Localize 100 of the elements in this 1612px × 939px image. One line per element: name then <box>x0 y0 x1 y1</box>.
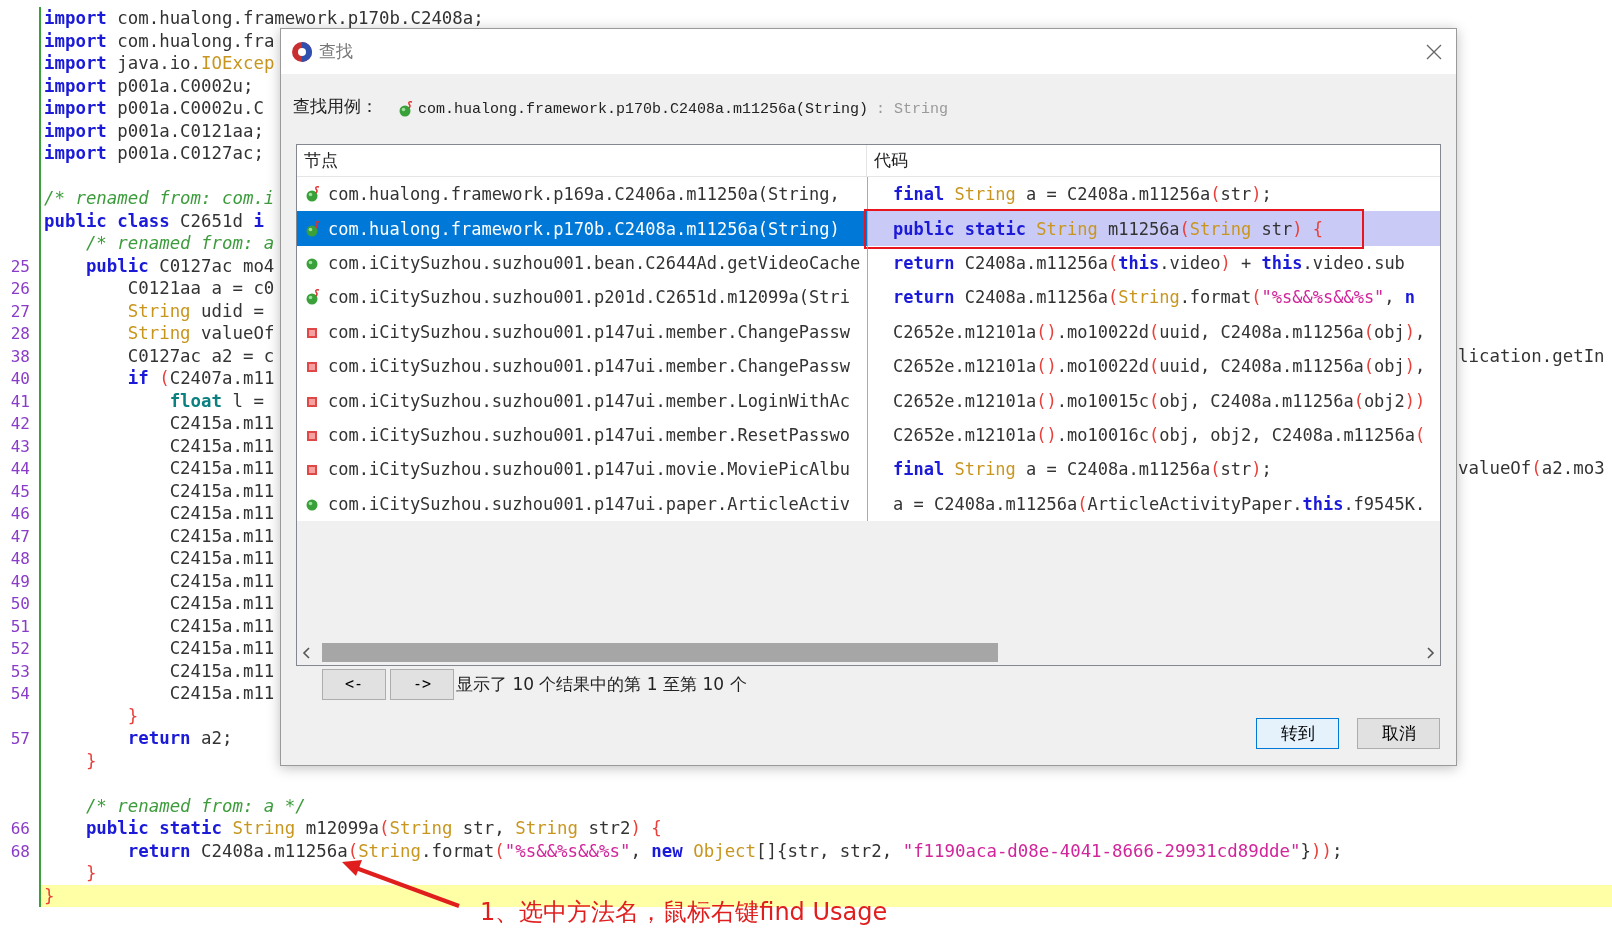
code-line: C0127ac a2 = c <box>126 345 275 366</box>
result-code[interactable]: C2652e.m12101a().mo10015c(obj, C2408a.m11256a(obj2)) <box>867 383 1440 418</box>
code-line: return C2408a.m11256a(String.format("%s&&%s&&%s", new Object[]{str, str2, "f1190aca-d08e-4041-8666-29931cd89dde"})); <box>126 840 1343 861</box>
next-button[interactable]: -> <box>390 668 454 700</box>
line-number: 45 <box>10 481 30 501</box>
code-line: C2415a.m11 <box>168 615 275 636</box>
line-number: 46 <box>10 504 30 523</box>
code-line: C2415a.m11 <box>168 660 275 681</box>
code-line: String udid = <box>126 300 264 321</box>
result-code[interactable]: C2652e.m12101a().mo10022d(uuid, C2408a.m11256a(obj), <box>867 314 1440 349</box>
line-number: 52 <box>10 639 30 658</box>
line-number: 25 <box>10 256 30 276</box>
code-line: public C0127ac mo4 <box>84 255 275 276</box>
line-number: 50 <box>10 594 30 613</box>
code-line: C2415a.m11 <box>168 503 275 523</box>
result-code[interactable]: C2652e.m12101a().mo10022d(uuid, C2408a.m11256a(obj), <box>867 348 1440 384</box>
result-node[interactable]: com.iCitySuzhou.suzhou001.p147ui.member.ResetPasswo <box>297 417 867 453</box>
app-logo-icon <box>291 40 313 63</box>
result-node[interactable]: com.iCitySuzhou.suzhou001.p147ui.member.ChangePassw <box>297 314 867 349</box>
static-method-icon <box>305 288 321 307</box>
line-number: 42 <box>10 414 30 433</box>
code-line: /* renamed from: a <box>84 233 275 253</box>
query-method: com.hualong.framework.p170b.C2408a.m11256a(String) <box>418 101 869 118</box>
code-line: /* renamed from: com.i <box>44 188 275 208</box>
line-number: 27 <box>10 301 30 321</box>
line-number: 44 <box>10 459 30 478</box>
static-method-icon <box>305 219 321 238</box>
code-line: import p001a.C0121aa; <box>44 120 264 141</box>
code-line: } <box>84 750 97 771</box>
result-node[interactable]: com.iCitySuzhou.suzhou001.bean.C2644Ad.getVideoCache <box>297 245 867 281</box>
result-node[interactable]: com.iCitySuzhou.suzhou001.p201d.C2651d.m12099a(Stri <box>297 280 867 315</box>
static-method-icon <box>398 100 414 118</box>
code-line: if (C2407a.m11 <box>126 368 275 388</box>
static-method-icon <box>305 185 321 204</box>
query-return-type: : String <box>876 101 949 118</box>
result-code[interactable]: public static String m11256a(String str) { <box>867 211 1440 246</box>
code-line: String valueOf <box>126 323 275 343</box>
code-line: C2415a.m11 <box>168 435 275 456</box>
result-node[interactable]: com.iCitySuzhou.suzhou001.p147ui.member.ChangePassw <box>297 348 867 384</box>
result-node[interactable]: com.iCitySuzhou.suzhou001.p147ui.paper.ArticleActiv <box>297 486 867 521</box>
code-line: import p001a.C0002u.C <box>44 98 264 118</box>
line-number: 28 <box>10 324 30 343</box>
code-line: C2415a.m11 <box>168 458 275 478</box>
column-header[interactable]: 代码 <box>867 145 1440 176</box>
dialog-title: 查找 <box>319 40 353 63</box>
code-line: C2415a.m11 <box>168 413 275 433</box>
horizontal-scrollbar[interactable] <box>297 640 1440 665</box>
code-line: } <box>126 705 139 726</box>
scrollbar-thumb[interactable] <box>322 643 998 662</box>
line-number: 41 <box>10 391 30 411</box>
code-line: import com.hualong.fra <box>44 30 275 51</box>
line-number: 49 <box>10 571 30 591</box>
code-line: } <box>44 885 55 906</box>
annotation-text: 1、选中方法名，鼠标右键find Usage <box>480 897 888 928</box>
code-line: C2415a.m11 <box>168 593 275 613</box>
result-code[interactable]: return C2408a.m11256a(this.video) + this.video.sub <box>867 245 1440 281</box>
query-label: 查找用例： <box>293 95 378 118</box>
code-line: import p001a.C0127ac; <box>44 143 264 163</box>
code-line: lication.getIn <box>1458 344 1605 367</box>
results-status: 显示了 10 个结果中的第 1 至第 10 个 <box>456 672 747 696</box>
line-number: 43 <box>10 436 30 456</box>
line-number: 57 <box>10 729 30 748</box>
line-number: 26 <box>10 279 30 298</box>
dialog-button[interactable]: 取消 <box>1357 718 1440 749</box>
code-line: C0121aa a = c0 <box>126 278 275 298</box>
code-line: C2415a.m11 <box>168 570 275 591</box>
result-code[interactable]: a = C2408a.m11256a(ArticleActivityPaper.this.f9545K. <box>867 486 1440 521</box>
line-number: 51 <box>10 616 30 636</box>
line-number: 68 <box>10 841 30 861</box>
column-header[interactable]: 节点 <box>297 145 867 176</box>
code-line: C2415a.m11 <box>168 683 275 703</box>
code-line: import com.hualong.framework.p170b.C2408a; <box>44 8 484 28</box>
code-line: C2415a.m11 <box>168 480 275 501</box>
result-code[interactable]: return C2408a.m11256a(String.format("%s&&%s&&%s", n <box>867 280 1440 315</box>
code-line: float l = <box>168 390 264 411</box>
code-line: } <box>84 863 97 883</box>
result-node[interactable]: com.hualong.framework.p170b.C2408a.m11256a(String) <box>297 211 867 246</box>
result-code[interactable]: C2652e.m12101a().mo10016c(obj, obj2, C2408a.m11256a( <box>867 417 1440 453</box>
previous-button[interactable]: <- <box>322 668 386 700</box>
code-line: valueOf(a2.mo3 <box>1458 457 1605 480</box>
line-number: 66 <box>10 819 30 838</box>
close-icon[interactable] <box>1426 43 1442 60</box>
line-number: 53 <box>10 661 30 681</box>
line-number: 38 <box>10 346 30 366</box>
line-number: 54 <box>10 684 30 703</box>
result-node[interactable]: com.iCitySuzhou.suzhou001.p147ui.member.LoginWithAc <box>297 383 867 418</box>
code-line: public static String m12099a(String str, String str2) { <box>84 818 662 838</box>
dialog-button[interactable]: 转到 <box>1256 718 1339 749</box>
line-number: 47 <box>10 526 30 546</box>
code-line: return a2; <box>126 728 233 748</box>
result-node[interactable]: com.hualong.framework.p169a.C2406a.m11250a(String, <box>297 177 867 212</box>
result-code[interactable]: final String a = C2408a.m11256a(str); <box>867 452 1440 487</box>
code-line: C2415a.m11 <box>168 548 275 568</box>
line-number: 40 <box>10 369 30 388</box>
code-line: C2415a.m11 <box>168 525 275 546</box>
code-line: C2415a.m11 <box>168 638 275 658</box>
line-number: 48 <box>10 549 30 568</box>
code-line: public class C2651d i <box>44 210 264 231</box>
result-node[interactable]: com.iCitySuzhou.suzhou001.p147ui.movie.MoviePicAlbu <box>297 452 867 487</box>
code-line: import p001a.C0002u; <box>44 75 254 96</box>
